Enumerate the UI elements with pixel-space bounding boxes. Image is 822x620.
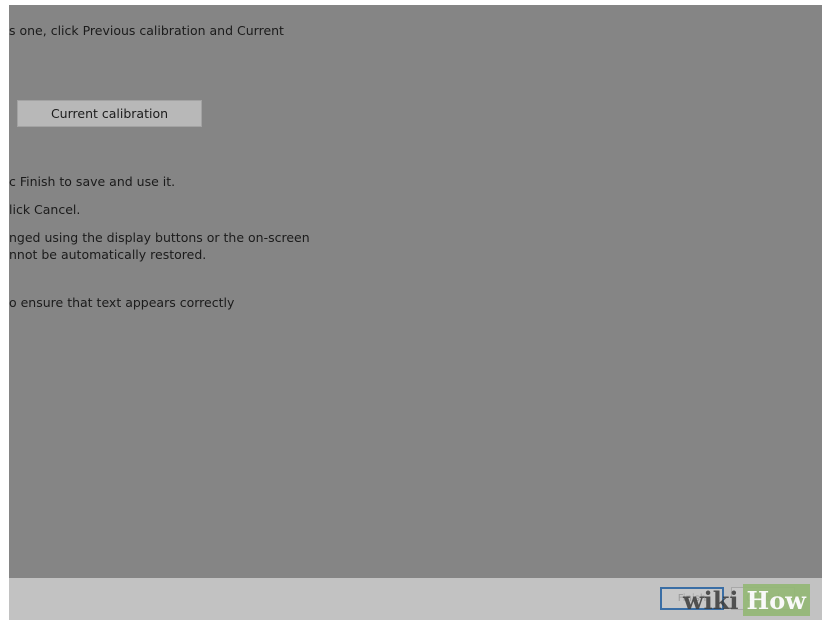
instruction-warning-line1: nged using the display buttons or the on… [9, 230, 310, 245]
wikihow-watermark: wiki How [677, 580, 822, 620]
instruction-cancel-text: lick Cancel. [9, 202, 81, 217]
instruction-compare-text: s one, click Previous calibration and Cu… [9, 23, 284, 38]
instruction-finish-text: c Finish to save and use it. [9, 174, 176, 189]
watermark-how-text: How [742, 584, 810, 616]
current-calibration-button[interactable]: Current calibration [17, 100, 202, 127]
calibration-dialog-body: s one, click Previous calibration and Cu… [9, 5, 822, 578]
instruction-warning-line2: nnot be automatically restored. [9, 247, 207, 262]
screenshot-frame: s one, click Previous calibration and Cu… [0, 0, 822, 620]
instruction-cleartype-text: o ensure that text appears correctly [9, 295, 235, 310]
watermark-wiki-text: wiki [683, 585, 739, 615]
